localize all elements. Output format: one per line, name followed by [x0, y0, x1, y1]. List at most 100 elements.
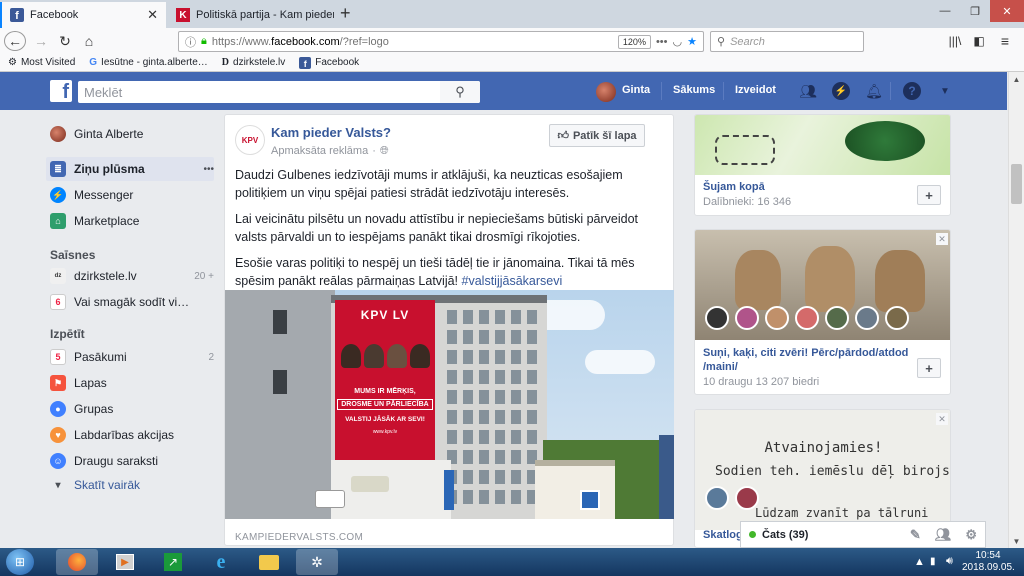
browser-tab-strip: f Facebook ✕ K Politiskā partija - Kam p…: [0, 0, 1024, 28]
left-nav-marketplace[interactable]: ⌂ Marketplace: [50, 209, 214, 233]
menu-icon[interactable]: ≡: [994, 31, 1016, 51]
bookmark-most-visited[interactable]: ⚙ Most Visited: [8, 57, 75, 68]
left-nav-see-more[interactable]: ▾ Skatīt vairāk: [50, 473, 214, 497]
close-tab-icon[interactable]: ✕: [147, 7, 158, 23]
like-page-button[interactable]: 👍︎ Patīk šī lapa: [549, 124, 645, 147]
link-domain[interactable]: KAMPIEDERVALSTS.COM: [235, 532, 363, 543]
left-nav-fundraisers[interactable]: ♥ Labdarības akcijas: [50, 423, 214, 447]
tab-title: Facebook: [30, 9, 79, 21]
scroll-thumb[interactable]: [1011, 164, 1022, 204]
tray-arrow-icon[interactable]: ▲: [914, 556, 925, 568]
bookmark-star-icon[interactable]: ★: [687, 35, 697, 48]
facebook-favicon-icon: f: [10, 8, 24, 22]
create-link[interactable]: Izveidot: [735, 84, 776, 96]
banner-text: DROSME UN PĀRLIECĪBA: [337, 399, 433, 410]
new-message-icon[interactable]: ✎: [910, 527, 921, 543]
news-feed-icon: ≣: [50, 161, 66, 177]
left-nav-profile[interactable]: Ginta Alberte: [50, 122, 214, 146]
file-explorer-taskbar-icon[interactable]: [248, 549, 290, 575]
group-title[interactable]: Skatlog: [703, 529, 743, 541]
banner-text: MUMS IR MĒRĶIS,: [354, 388, 416, 395]
left-nav-shortcut-dzirkstele[interactable]: dz dzirkstele.lv 20 +: [50, 264, 214, 288]
search-icon[interactable]: ⚲: [440, 81, 480, 103]
left-nav-news-feed[interactable]: ≣ Ziņu plūsma •••: [46, 157, 214, 181]
search-input[interactable]: ⚲ Search: [710, 31, 864, 52]
left-nav-groups[interactable]: ● Grupas: [50, 397, 214, 421]
new-tab-button[interactable]: +: [340, 3, 351, 24]
facebook-logo-icon[interactable]: f: [50, 80, 72, 102]
friend-requests-icon[interactable]: 👥︎: [798, 81, 818, 101]
more-options-icon[interactable]: •••: [203, 164, 214, 175]
browser-tab-kpv[interactable]: K Politiskā partija - Kam pieder v… ✕: [168, 2, 334, 28]
marketplace-icon: ⌂: [50, 213, 66, 229]
avatar: [705, 486, 729, 510]
join-group-button[interactable]: +: [917, 185, 941, 205]
left-nav-pages[interactable]: ⚑ Lapas: [50, 371, 214, 395]
internet-explorer-taskbar-icon[interactable]: e: [200, 549, 242, 575]
clock-date: 2018.09.05.: [962, 562, 1015, 573]
url-bar[interactable]: ⓘ 🔒︎ https://www.facebook.com/?ref=logo …: [178, 31, 704, 52]
post-page-name[interactable]: Kam pieder Valsts?: [271, 125, 391, 140]
sidebar-icon[interactable]: ◧: [968, 31, 990, 51]
page-scrollbar[interactable]: ▲ ▼: [1008, 72, 1024, 548]
reload-icon[interactable]: ↻: [54, 31, 76, 51]
join-group-button[interactable]: +: [917, 358, 941, 378]
profile-link[interactable]: Ginta: [622, 84, 650, 96]
hashtag-link[interactable]: #valstijjāsākarsevi: [462, 274, 563, 288]
avatar[interactable]: [596, 82, 616, 102]
group-title[interactable]: Šujam kopā: [703, 181, 765, 193]
volume-icon[interactable]: 🔊︎: [946, 555, 953, 568]
account-menu-chevron-icon[interactable]: ▼: [935, 81, 955, 101]
maximize-window-button[interactable]: ❐: [960, 0, 990, 22]
messenger-icon[interactable]: ⚡: [832, 82, 850, 100]
group-title[interactable]: Suņi, kaķi, citi zvēri! Pērc/pārdod/atdo…: [703, 346, 913, 374]
group-members: Dalībnieki: 16 346: [703, 196, 792, 208]
minimize-window-button[interactable]: —: [930, 0, 960, 22]
help-icon[interactable]: ?: [903, 82, 921, 100]
avatar: [50, 126, 66, 142]
left-nav-friend-lists[interactable]: ☺ Draugu saraksti: [50, 449, 214, 473]
close-icon[interactable]: ✕: [936, 413, 948, 425]
scroll-up-icon[interactable]: ▲: [1009, 72, 1024, 86]
bookmark-facebook[interactable]: f Facebook: [299, 56, 359, 69]
start-button-icon[interactable]: ⊞: [6, 549, 34, 575]
system-clock[interactable]: 10:54 2018.09.05.: [962, 550, 1015, 574]
library-icon[interactable]: |||\: [944, 31, 966, 51]
post-image[interactable]: KPV LV MUMS IR MĒRĶIS, DROSME UN PĀRLIEC…: [225, 290, 674, 519]
bookmark-gmail[interactable]: G Iesūtne - ginta.alberte…: [89, 57, 208, 68]
calendar-icon: 5: [50, 349, 66, 365]
kpv-favicon-icon: K: [176, 8, 190, 22]
app-taskbar-icon[interactable]: ✲: [296, 549, 338, 575]
chart-app-taskbar-icon[interactable]: ↗: [152, 549, 194, 575]
page-avatar-kpv[interactable]: KPV: [235, 125, 265, 155]
bookmark-dzirkstele[interactable]: Ddzirkstele.lv: [222, 57, 285, 68]
pocket-icon[interactable]: ◡: [673, 35, 683, 48]
media-player-taskbar-icon[interactable]: ▶: [104, 549, 146, 575]
network-icon[interactable]: ▮: [930, 556, 936, 567]
scroll-down-icon[interactable]: ▼: [1009, 534, 1024, 548]
close-window-button[interactable]: ✕: [990, 0, 1024, 22]
divider: [661, 82, 662, 100]
close-icon[interactable]: ✕: [936, 233, 948, 245]
gear-icon[interactable]: ⚙: [965, 527, 977, 543]
street-sign: [444, 470, 454, 510]
chevron-down-icon: ▾: [55, 479, 61, 491]
browser-tab-facebook[interactable]: f Facebook ✕: [0, 2, 166, 28]
create-group-icon[interactable]: 👥︎: [935, 527, 952, 543]
left-nav-events[interactable]: 5 Pasākumi 2: [50, 345, 214, 369]
info-icon[interactable]: ⓘ: [185, 34, 196, 50]
zoom-level[interactable]: 120%: [617, 34, 651, 49]
firefox-taskbar-icon[interactable]: [56, 549, 98, 575]
page-actions-icon[interactable]: •••: [656, 36, 668, 48]
home-link[interactable]: Sākums: [673, 84, 715, 96]
back-arrow-icon[interactable]: ←: [4, 31, 26, 51]
facebook-favicon-icon: f: [299, 56, 312, 69]
facebook-search-input[interactable]: Meklēt ⚲: [78, 81, 480, 103]
notifications-icon[interactable]: 🔔︎: [864, 81, 884, 101]
left-nav-shortcut-poll[interactable]: 6 Vai smagāk sodīt vi…: [50, 290, 214, 314]
chat-bar[interactable]: Čats (39) ✎ 👥︎ ⚙: [740, 521, 986, 548]
messenger-icon: ⚡: [50, 187, 66, 203]
left-nav-messenger[interactable]: ⚡ Messenger: [50, 183, 214, 207]
home-icon[interactable]: ⌂: [78, 31, 100, 51]
forward-arrow-icon[interactable]: →: [30, 31, 52, 51]
